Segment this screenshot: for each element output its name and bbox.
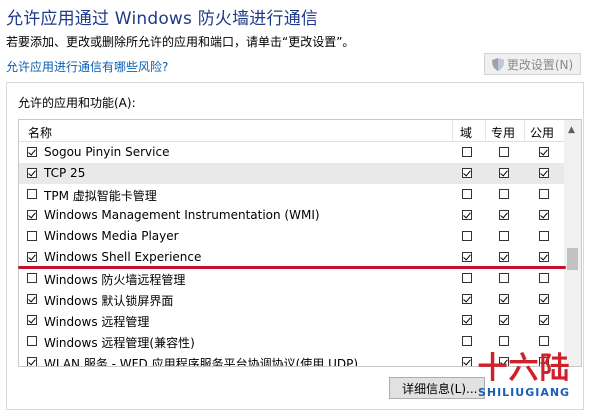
- column-private[interactable]: 专用: [491, 124, 515, 141]
- list-item[interactable]: Windows 远程管理: [19, 310, 564, 331]
- enabled-checkbox[interactable]: [27, 189, 37, 199]
- private-checkbox[interactable]: [499, 189, 509, 199]
- list-item[interactable]: Windows 远程管理(兼容性): [19, 331, 564, 352]
- private-checkbox[interactable]: [499, 294, 509, 304]
- private-checkbox[interactable]: [499, 273, 509, 283]
- scroll-up-icon[interactable]: ▲: [568, 125, 575, 135]
- private-checkbox[interactable]: [499, 252, 509, 262]
- public-checkbox[interactable]: [539, 189, 549, 199]
- domain-checkbox[interactable]: [462, 273, 472, 283]
- domain-checkbox[interactable]: [462, 168, 472, 178]
- list-scrollbar[interactable]: ▲: [564, 120, 581, 366]
- enabled-checkbox[interactable]: [27, 231, 37, 241]
- private-checkbox[interactable]: [499, 147, 509, 157]
- watermark-logo: 十六陆 SHILIUGIANG: [462, 352, 586, 412]
- domain-checkbox[interactable]: [462, 147, 472, 157]
- public-checkbox[interactable]: [539, 210, 549, 220]
- enabled-checkbox[interactable]: [27, 315, 37, 325]
- enabled-checkbox[interactable]: [27, 168, 37, 178]
- list-item[interactable]: Windows 默认锁屏界面: [19, 289, 564, 310]
- list-item[interactable]: Windows Management Instrumentation (WMI): [19, 205, 564, 226]
- private-checkbox[interactable]: [499, 336, 509, 346]
- change-settings-label: 更改设置(N): [506, 57, 574, 72]
- public-checkbox[interactable]: [539, 336, 549, 346]
- allowed-apps-list[interactable]: 名称 域 专用 公用 Sogou Pinyin Service TCP 25 TPM…: [18, 119, 582, 367]
- change-settings-button[interactable]: 更改设置(N): [484, 53, 581, 75]
- watermark-subtext: SHILIUGIANG: [477, 386, 571, 399]
- risks-link[interactable]: 允许应用进行通信有哪些风险?: [6, 58, 168, 75]
- private-checkbox[interactable]: [499, 168, 509, 178]
- list-item-label: Windows Media Player: [44, 229, 179, 243]
- list-item-label: TPM 虚拟智能卡管理: [44, 189, 157, 203]
- private-checkbox[interactable]: [499, 210, 509, 220]
- public-checkbox[interactable]: [539, 315, 549, 325]
- annotation-underline: [18, 266, 566, 269]
- enabled-checkbox[interactable]: [27, 252, 37, 262]
- list-item-label: TCP 25: [44, 166, 86, 180]
- scroll-thumb[interactable]: [567, 248, 578, 270]
- enabled-checkbox[interactable]: [27, 336, 37, 346]
- domain-checkbox[interactable]: [462, 210, 472, 220]
- list-item[interactable]: Windows Media Player: [19, 226, 564, 247]
- list-item[interactable]: TPM 虚拟智能卡管理: [19, 184, 564, 205]
- list-item-label: Windows Shell Experience: [44, 250, 202, 264]
- list-item[interactable]: TCP 25: [19, 163, 564, 184]
- enabled-checkbox[interactable]: [27, 273, 37, 283]
- public-checkbox[interactable]: [539, 252, 549, 262]
- public-checkbox[interactable]: [539, 147, 549, 157]
- public-checkbox[interactable]: [539, 273, 549, 283]
- instructions-text: 若要添加、更改或删除所允许的应用和端口，请单击“更改设置”。: [6, 35, 355, 49]
- private-checkbox[interactable]: [499, 315, 509, 325]
- domain-checkbox[interactable]: [462, 252, 472, 262]
- list-item-label: Windows 远程管理(兼容性): [44, 336, 195, 350]
- column-public[interactable]: 公用: [530, 124, 554, 141]
- domain-checkbox[interactable]: [462, 231, 472, 241]
- page-title: 允许应用通过 Windows 防火墙进行通信: [6, 9, 319, 29]
- list-item-label: WLAN 服务 - WFD 应用程序服务平台协调协议(使用 UDP): [44, 357, 359, 367]
- enabled-checkbox[interactable]: [27, 294, 37, 304]
- public-checkbox[interactable]: [539, 294, 549, 304]
- column-name[interactable]: 名称: [28, 124, 52, 141]
- public-checkbox[interactable]: [539, 231, 549, 241]
- list-header: 名称 域 专用 公用: [19, 120, 564, 142]
- domain-checkbox[interactable]: [462, 336, 472, 346]
- watermark-text: 十六陆: [477, 351, 571, 386]
- enabled-checkbox[interactable]: [27, 357, 37, 366]
- uac-shield-icon: [491, 57, 504, 71]
- enabled-checkbox[interactable]: [27, 210, 37, 220]
- list-item[interactable]: Sogou Pinyin Service: [19, 142, 564, 163]
- allowed-apps-label: 允许的应用和功能(A):: [18, 96, 136, 110]
- public-checkbox[interactable]: [539, 168, 549, 178]
- domain-checkbox[interactable]: [462, 315, 472, 325]
- domain-checkbox[interactable]: [462, 294, 472, 304]
- list-item-label: Windows 远程管理: [44, 315, 150, 329]
- list-item[interactable]: Windows Shell Experience: [19, 247, 564, 268]
- domain-checkbox[interactable]: [462, 189, 472, 199]
- list-item-label: Sogou Pinyin Service: [44, 145, 170, 159]
- list-item[interactable]: Windows 防火墙远程管理: [19, 268, 564, 289]
- private-checkbox[interactable]: [499, 231, 509, 241]
- list-item-label: Windows 默认锁屏界面: [44, 294, 174, 308]
- list-item-label: Windows Management Instrumentation (WMI): [44, 208, 320, 222]
- column-domain[interactable]: 域: [460, 124, 472, 141]
- enabled-checkbox[interactable]: [27, 147, 37, 157]
- list-item-label: Windows 防火墙远程管理: [44, 273, 186, 287]
